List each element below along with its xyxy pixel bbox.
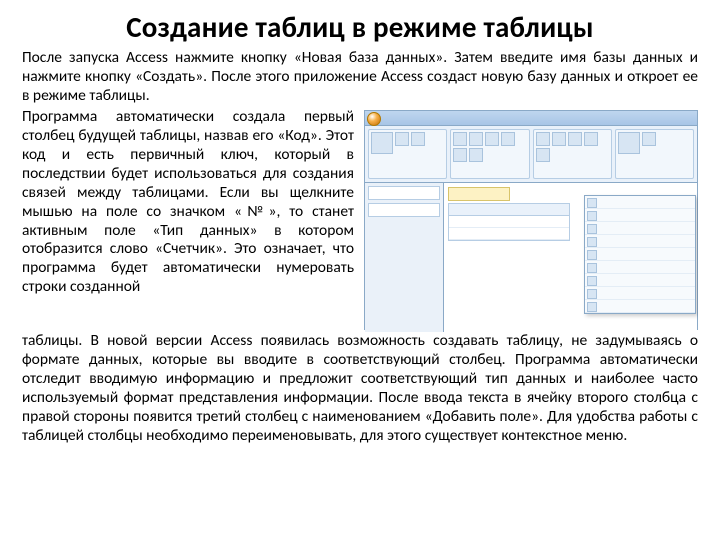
ribbon-group [450,129,529,179]
ribbon-icon [371,132,393,154]
ribbon-icon [642,132,656,146]
table-tab [448,187,510,201]
ribbon-icon [469,132,483,146]
context-menu-item [585,196,695,209]
context-menu-item [585,209,695,222]
ribbon-icon [584,132,598,146]
datasheet-row [449,228,569,240]
intro-paragraph: После запуска Access нажмите кнопку «Нов… [22,49,698,106]
page-title: Создание таблиц в режиме таблицы [22,10,698,45]
ribbon-group [615,129,694,179]
access-screenshot [364,110,698,330]
context-menu-item [585,261,695,274]
ribbon-icon [453,132,467,146]
ribbon-icon [618,132,640,154]
window-titlebar [365,111,697,126]
ribbon-icon [568,132,582,146]
ribbon-icon [501,132,515,146]
navigation-pane [365,183,444,332]
body-area [365,183,697,332]
wrap-block: Программа автоматически создала первый с… [22,108,698,332]
ribbon-group [533,129,612,179]
ribbon-icon [453,148,467,162]
context-menu-item [585,287,695,300]
office-button-icon [367,112,381,126]
ribbon-icon [552,132,566,146]
ribbon-icon [395,132,409,146]
ribbon-icon [485,132,499,146]
context-menu-item [585,248,695,261]
context-menu [584,195,696,314]
context-menu-item [585,235,695,248]
ribbon-group [368,129,447,179]
ribbon-icon [536,148,550,162]
datasheet-area [444,183,697,332]
ribbon-icon [411,132,425,146]
context-menu-item [585,274,695,287]
ribbon-icon [469,148,483,162]
context-menu-item [585,222,695,235]
datasheet-header [449,204,569,216]
rest-paragraph: таблицы. В новой версии Access появилась… [22,332,698,445]
nav-item [368,186,440,200]
datasheet-row [449,216,569,228]
ribbon [365,126,697,183]
context-menu-item [585,300,695,313]
ribbon-icon [536,132,550,146]
nav-item [368,203,440,217]
datasheet [448,203,570,241]
